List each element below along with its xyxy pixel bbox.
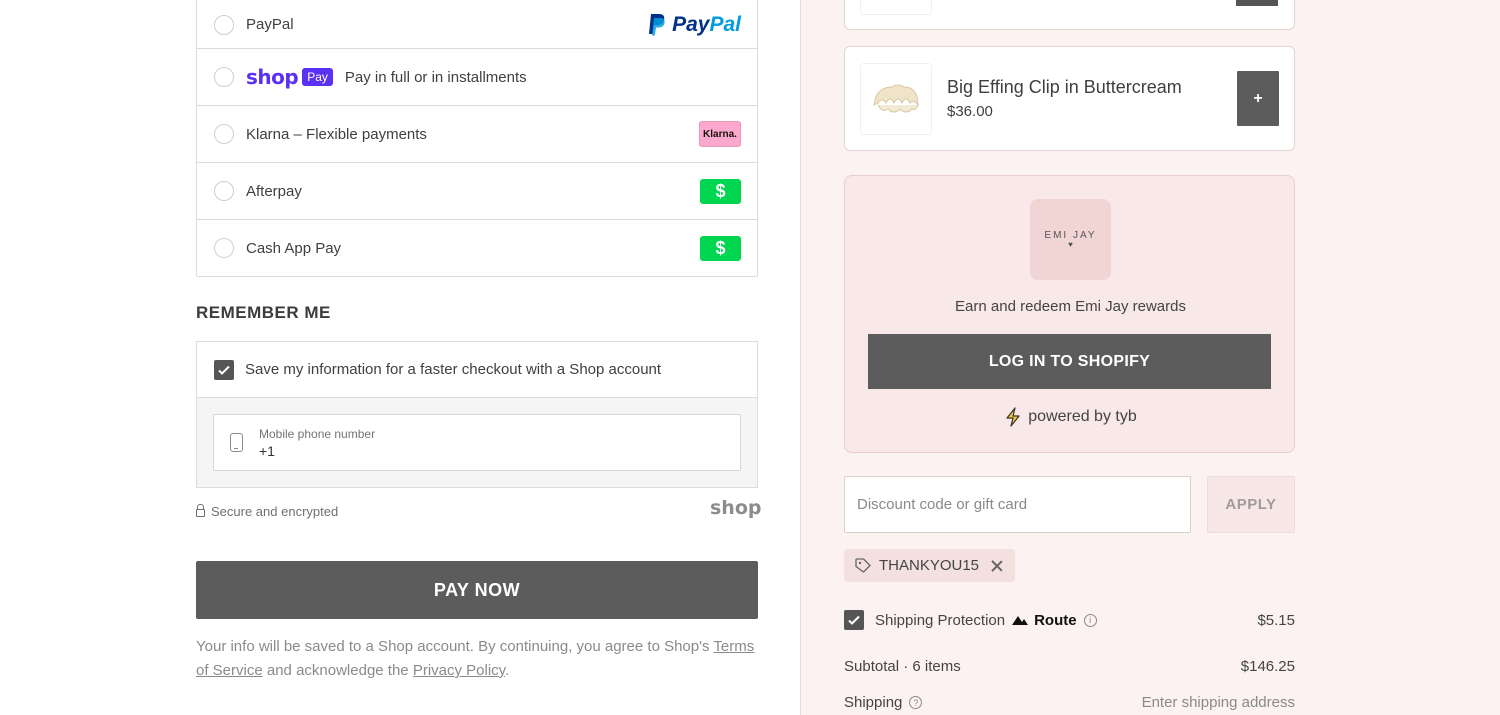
route-brand-text: Route <box>1034 611 1077 629</box>
apply-discount-button[interactable]: APPLY <box>1207 476 1295 533</box>
product-thumbnail <box>860 63 932 135</box>
payment-label: Klarna – Flexible payments <box>246 125 427 143</box>
remember-me-heading: REMEMBER ME <box>196 303 331 322</box>
save-info-label: Save my information for a faster checkou… <box>245 361 662 378</box>
shipping-protection-label: Shipping Protection <box>875 611 1006 629</box>
add-to-cart-button[interactable]: + <box>1237 71 1279 126</box>
remember-me-box: Save my information for a faster checkou… <box>196 341 758 488</box>
subtotal-value: $146.25 <box>1240 658 1295 675</box>
discount-code-input[interactable] <box>844 476 1191 533</box>
payment-label: Cash App Pay <box>246 239 342 257</box>
add-button[interactable] <box>1236 0 1278 6</box>
shop-logo: shop <box>246 65 299 89</box>
log-in-to-shopify-button[interactable]: LOG IN TO SHOPIFY <box>868 334 1271 389</box>
checkout-main: PayPal Pay Pal shop Pay Pay in full or i… <box>0 0 800 715</box>
save-info-checkbox[interactable] <box>214 359 234 380</box>
shop-footer-logo: shop <box>710 497 762 519</box>
route-logo: Route <box>1011 612 1077 629</box>
product-name: Big Effing Clip in Buttercream <box>947 77 1182 97</box>
payment-methods-list: PayPal Pay Pal shop Pay Pay in full or i… <box>196 0 758 277</box>
payment-option-afterpay[interactable]: Afterpay $ <box>197 162 757 219</box>
payment-label: Pay in full or in installments <box>344 68 527 86</box>
radio-button[interactable] <box>214 181 234 201</box>
discount-code-text: THANKYOU15 <box>879 557 980 574</box>
pay-now-button[interactable]: PAY NOW <box>196 561 758 619</box>
route-icon <box>1012 616 1029 625</box>
lock-icon <box>196 504 205 517</box>
dollar-icon: $ <box>700 178 741 204</box>
shipping-value: Enter shipping address <box>1141 694 1295 711</box>
privacy-policy-link[interactable]: Privacy Policy <box>413 662 505 679</box>
help-icon[interactable]: ? <box>909 696 923 709</box>
subtotal-label: Subtotal · 6 items <box>844 658 961 675</box>
payment-option-cash-app-pay[interactable]: Cash App Pay $ <box>197 219 757 276</box>
paypal-logo-text-2: Pal <box>709 12 741 36</box>
radio-button[interactable] <box>214 238 234 258</box>
legal-text: and acknowledge the <box>262 662 413 679</box>
payment-option-shop-pay[interactable]: shop Pay Pay in full or in installments <box>197 48 757 105</box>
product-thumbnail <box>860 0 932 15</box>
shipping-label: Shipping <box>844 694 903 711</box>
checkmark-icon <box>848 615 860 625</box>
phone-field-value[interactable]: +1 <box>259 443 375 459</box>
powered-by: powered by tyb <box>845 407 1296 427</box>
emi-jay-logo: EMI JAY ♥ <box>1030 199 1111 280</box>
heart-icon: ♥ <box>1068 240 1073 249</box>
payment-label: Afterpay <box>246 182 302 200</box>
info-icon[interactable]: i <box>1083 613 1097 627</box>
lightning-icon <box>1006 407 1020 427</box>
paypal-logo: Pay Pal <box>648 13 741 37</box>
mobile-phone-field[interactable]: Mobile phone number +1 <box>213 414 741 471</box>
rewards-panel: EMI JAY ♥ Earn and redeem Emi Jay reward… <box>844 175 1295 453</box>
radio-button[interactable] <box>214 14 234 35</box>
secure-notice: Secure and encrypted <box>196 504 338 519</box>
payment-option-paypal[interactable]: PayPal Pay Pal <box>197 0 757 48</box>
save-info-row[interactable]: Save my information for a faster checkou… <box>197 342 757 398</box>
powered-by-text: powered by tyb <box>1028 408 1137 425</box>
shipping-row: Shipping ? Enter shipping address <box>844 694 1295 711</box>
legal-text: Your info will be saved to a Shop accoun… <box>196 638 714 655</box>
product-card: Big Effing Clip in Buttercream $36.00 + <box>844 46 1295 151</box>
radio-button[interactable] <box>214 124 234 144</box>
checkmark-icon <box>218 365 230 375</box>
phone-section: Mobile phone number +1 <box>197 398 757 487</box>
tag-icon <box>855 557 871 573</box>
subtotal-row: Subtotal · 6 items $146.25 <box>844 658 1295 675</box>
klarna-logo: Klarna. <box>699 121 741 147</box>
legal-notice: Your info will be saved to a Shop accoun… <box>196 635 766 683</box>
rewards-text: Earn and redeem Emi Jay rewards <box>955 298 1186 315</box>
phone-field-label: Mobile phone number <box>259 426 376 441</box>
payment-option-klarna[interactable]: Klarna – Flexible payments Klarna. <box>197 105 757 162</box>
product-price: $36.00 <box>947 103 993 120</box>
shipping-protection-price: $5.15 <box>1257 611 1295 629</box>
legal-text: . <box>505 662 510 679</box>
hair-clip-image <box>873 84 919 113</box>
applied-discount-chip: THANKYOU15 <box>844 549 1016 582</box>
remove-discount-icon[interactable] <box>991 560 1003 572</box>
shipping-protection-row: Shipping Protection Route i $5.15 <box>844 609 1295 631</box>
payment-label: PayPal <box>246 16 294 33</box>
paypal-logo-text-1: Pay <box>672 12 710 36</box>
phone-icon <box>230 433 243 452</box>
radio-button[interactable] <box>214 67 234 87</box>
dollar-icon: $ <box>700 235 741 261</box>
paypal-icon <box>649 13 665 35</box>
secure-text: Secure and encrypted <box>211 504 339 519</box>
product-card-previous <box>844 0 1295 30</box>
shipping-protection-checkbox[interactable] <box>844 610 864 630</box>
shop-pay-badge: Pay <box>302 68 333 86</box>
